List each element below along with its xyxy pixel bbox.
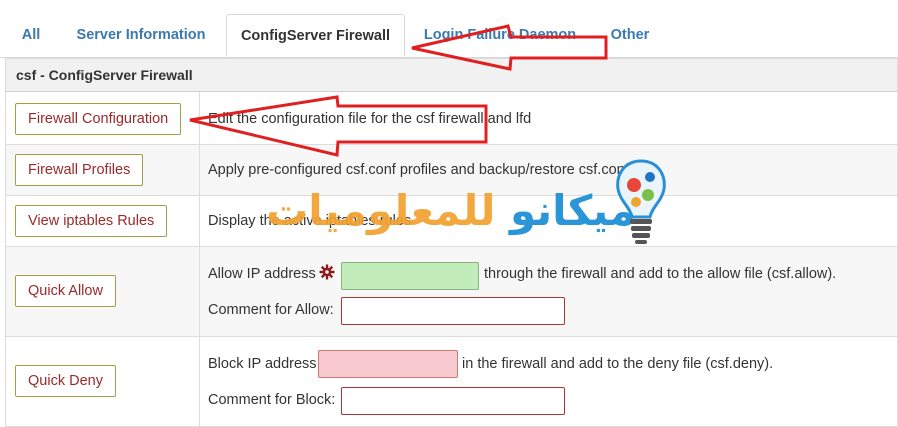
firewall-configuration-button[interactable]: Firewall Configuration [15, 103, 182, 135]
allow-ip-input[interactable] [341, 262, 479, 290]
block-ip-input[interactable] [318, 350, 458, 378]
tab-other[interactable]: Other [602, 14, 658, 56]
row-quick-deny: Quick Deny Block IP address in the firew… [5, 337, 898, 427]
comment-for-block-label: Comment for Block: [208, 392, 336, 408]
block-comment-input[interactable] [341, 387, 565, 415]
tab-configserver-firewall[interactable]: ConfigServer Firewall [226, 14, 405, 57]
view-iptables-rules-button[interactable]: View iptables Rules [15, 205, 168, 237]
panel-title: csf - ConfigServer Firewall [5, 58, 898, 92]
allow-ip-label: Allow IP address [208, 266, 316, 282]
watermark-part2: للمعلوميات [266, 186, 496, 235]
block-ip-label: Block IP address [208, 356, 317, 372]
tab-server-information[interactable]: Server Information [66, 14, 216, 56]
firewall-configuration-description: Edit the configuration file for the csf … [208, 111, 532, 127]
tab-bar: All Server Information ConfigServer Fire… [0, 0, 898, 58]
quick-allow-button[interactable]: Quick Allow [15, 275, 116, 307]
quick-deny-button[interactable]: Quick Deny [15, 365, 116, 397]
firewall-profiles-button[interactable]: Firewall Profiles [15, 154, 144, 186]
allow-comment-input[interactable] [341, 297, 565, 325]
watermark-logo-text: ميكانو للمعلوميات [266, 186, 636, 235]
tab-login-failure-daemon[interactable]: Login Failure Daemon [416, 14, 584, 56]
row-firewall-configuration: Firewall Configuration Edit the configur… [5, 92, 898, 145]
comment-for-allow-label: Comment for Allow: [208, 302, 334, 318]
firewall-profiles-description: Apply pre-configured csf.conf profiles a… [208, 162, 629, 178]
allow-ip-suffix: through the firewall and add to the allo… [484, 266, 837, 282]
row-quick-allow: Quick Allow Allow IP address through the… [5, 247, 898, 337]
lightbulb-logo-icon [616, 159, 666, 244]
gear-icon [319, 264, 335, 280]
block-ip-suffix: in the firewall and add to the deny file… [462, 356, 774, 372]
tab-all[interactable]: All [14, 14, 48, 56]
